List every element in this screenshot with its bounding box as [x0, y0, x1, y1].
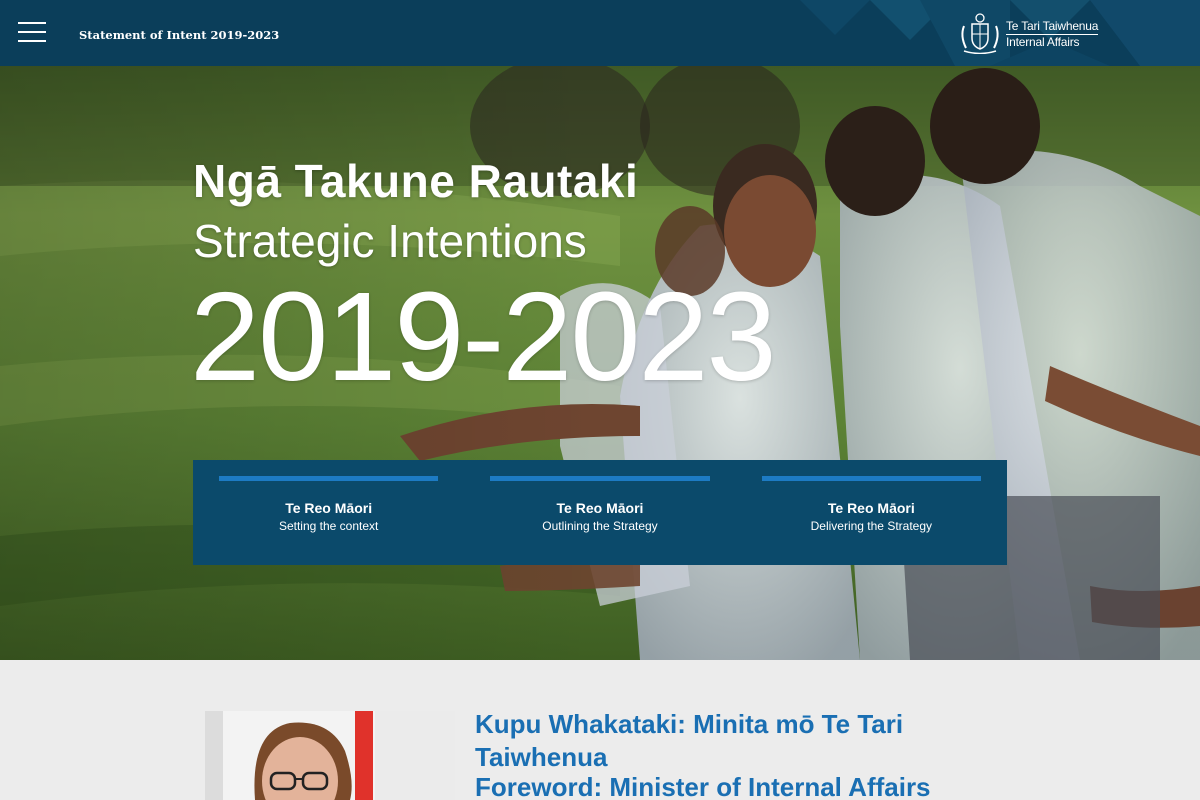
- section-link-subtitle: Setting the context: [278, 519, 379, 533]
- section-link-subtitle: Outlining the Strategy: [542, 519, 658, 533]
- section-accent-bar: [219, 476, 439, 481]
- logo-text-english: Internal Affairs: [1006, 35, 1080, 49]
- minister-portrait: [205, 711, 455, 800]
- top-bar: Statement of Intent 2019-2023 Te Tari Ta…: [0, 0, 1200, 66]
- section-link-setting-context[interactable]: Te Reo Māori Setting the context: [193, 460, 464, 565]
- section-link-title: Te Reo Māori: [556, 500, 644, 516]
- section-link-outlining-strategy[interactable]: Te Reo Māori Outlining the Strategy: [464, 460, 735, 565]
- section-link-delivering-strategy[interactable]: Te Reo Māori Delivering the Strategy: [736, 460, 1007, 565]
- section-accent-bar: [490, 476, 710, 481]
- site-title[interactable]: Statement of Intent 2019-2023: [79, 28, 279, 42]
- hero-title-maori: Ngā Takune Rautaki: [193, 155, 639, 207]
- hero-banner: Ngā Takune Rautaki Strategic Intentions …: [0, 66, 1200, 660]
- section-link-subtitle: Delivering the Strategy: [810, 519, 933, 533]
- section-links-panel: Te Reo Māori Setting the context Te Reo …: [193, 460, 1007, 565]
- foreword-section: Kupu Whakataki: Minita mō Te Tari Taiwhe…: [0, 660, 1200, 800]
- nz-coat-of-arms-icon: [961, 13, 999, 54]
- hamburger-menu-icon[interactable]: [18, 22, 46, 44]
- foreword-heading-english: Foreword: Minister of Internal Affairs: [475, 772, 931, 800]
- section-accent-bar: [761, 476, 981, 481]
- internal-affairs-logo[interactable]: Te Tari Taiwhenua Internal Affairs: [958, 12, 1108, 54]
- hero-title-english: Strategic Intentions: [193, 215, 587, 267]
- hero-years: 2019-2023: [190, 266, 777, 407]
- section-link-title: Te Reo Māori: [285, 500, 373, 516]
- section-link-title: Te Reo Māori: [827, 500, 915, 516]
- logo-text-maori: Te Tari Taiwhenua: [1006, 19, 1099, 35]
- foreword-heading-maori: Kupu Whakataki: Minita mō Te Tari Taiwhe…: [475, 709, 904, 772]
